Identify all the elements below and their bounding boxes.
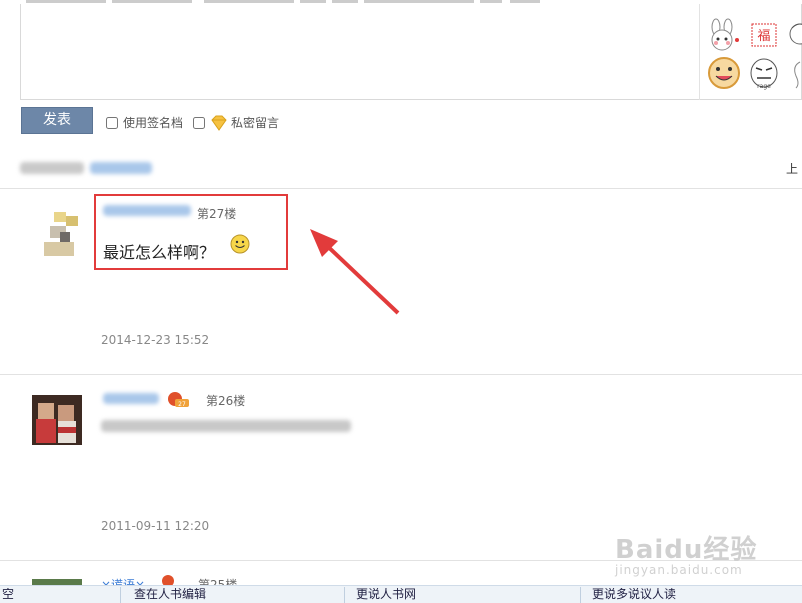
private-label: 私密留言 <box>231 116 280 130</box>
comment-editor: 福 rage <box>20 4 802 100</box>
bottom-nav-bar: 空间 查在人书编辑 更说人书网 更说多说议人读 <box>0 585 802 603</box>
stamp-emoji-icon[interactable]: 福 <box>746 18 782 52</box>
floor-label: 第27楼 <box>197 207 237 221</box>
bottom-nav-item[interactable]: 更说人书网 <box>356 588 466 601</box>
smiley-icon <box>230 234 250 254</box>
comment-time: 2011-09-11 12:20 <box>101 519 210 533</box>
cookie-smile-emoji-icon[interactable] <box>706 56 742 90</box>
comment-divider <box>0 374 802 375</box>
rabbit-emoji-icon[interactable] <box>706 18 742 52</box>
svg-text:rage: rage <box>757 83 771 90</box>
publish-button[interactable]: 发表 <box>21 107 93 134</box>
emoji-panel: 福 rage <box>699 4 802 100</box>
comment-text-blurred <box>101 420 351 432</box>
arrow-annotation <box>310 229 400 315</box>
bottom-nav-item[interactable]: 空间 <box>2 588 14 601</box>
bottom-nav-item[interactable]: 查在人书编辑 <box>134 588 244 601</box>
avatar[interactable] <box>32 395 82 445</box>
signature-option[interactable]: 使用签名档 <box>106 114 183 131</box>
comment-author-blurred[interactable] <box>103 205 191 216</box>
private-option[interactable]: 私密留言 <box>193 114 279 131</box>
svg-text:福: 福 <box>757 29 770 44</box>
svg-text:27: 27 <box>178 401 186 408</box>
section-title-blurred <box>20 158 160 176</box>
bottom-nav-item[interactable]: 更说多说议人读 <box>592 588 702 601</box>
section-divider <box>0 188 802 189</box>
prev-page-link[interactable]: 上 <box>786 160 798 177</box>
avatar[interactable] <box>36 208 86 258</box>
comment-textarea[interactable] <box>23 6 697 96</box>
comment-time: 2014-12-23 15:52 <box>101 333 210 347</box>
signature-label: 使用签名档 <box>123 116 184 130</box>
girl-emoji-icon[interactable] <box>786 18 802 52</box>
signature-checkbox[interactable] <box>106 116 118 129</box>
private-checkbox[interactable] <box>193 116 205 129</box>
partial-emoji-icon[interactable] <box>786 56 802 90</box>
floor-label: 第26楼 <box>206 394 246 408</box>
baidu-jingyan-watermark: Baidu经验 jingyan.baidu.com <box>615 535 758 577</box>
vip-badge-icon: 27 <box>168 392 189 408</box>
rage-face-emoji-icon[interactable]: rage <box>746 56 782 90</box>
diamond-icon <box>211 115 227 131</box>
comment-text: 最近怎么样啊？ <box>103 243 216 262</box>
comment-author-blurred[interactable] <box>103 393 159 404</box>
